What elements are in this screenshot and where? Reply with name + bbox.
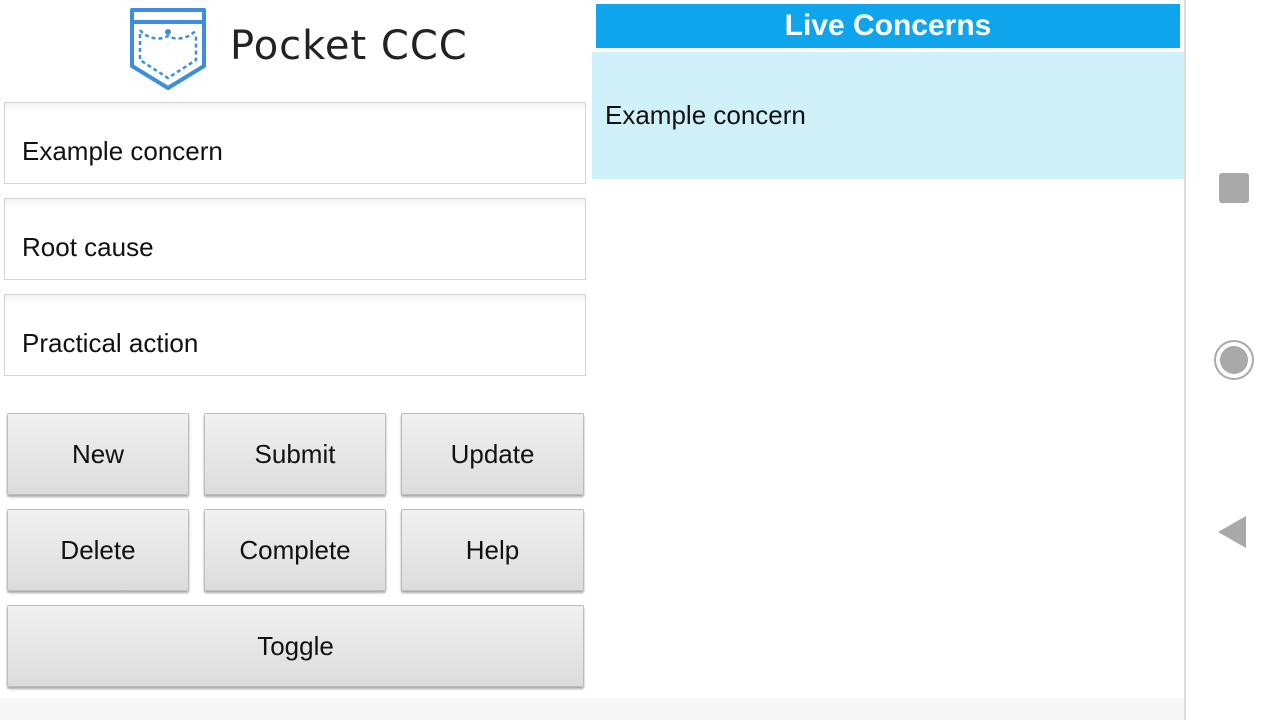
concern-form-panel: Pocket CCC New Submit Update Delete Comp… xyxy=(0,0,592,698)
back-button[interactable] xyxy=(1208,506,1260,558)
square-recents-icon xyxy=(1219,173,1249,203)
triangle-back-icon xyxy=(1218,516,1246,548)
list-item[interactable]: Example concern xyxy=(592,52,1184,179)
help-button[interactable]: Help xyxy=(401,509,584,591)
concern-input[interactable] xyxy=(4,102,586,184)
live-concerns-list: Example concern xyxy=(592,52,1184,179)
live-concerns-header: Live Concerns xyxy=(596,4,1180,48)
live-concerns-panel: Live Concerns Example concern xyxy=(592,0,1184,698)
app-screen: Pocket CCC New Submit Update Delete Comp… xyxy=(0,0,1280,720)
pocket-icon xyxy=(128,8,208,90)
home-button[interactable] xyxy=(1208,334,1260,386)
submit-button[interactable]: Submit xyxy=(204,413,386,495)
bottom-strip xyxy=(0,698,1184,720)
recents-button[interactable] xyxy=(1208,162,1260,214)
root-cause-input[interactable] xyxy=(4,198,586,280)
circle-home-icon xyxy=(1214,340,1254,380)
toggle-button[interactable]: Toggle xyxy=(7,605,584,687)
list-item-label: Example concern xyxy=(605,100,806,130)
delete-button[interactable]: Delete xyxy=(7,509,189,591)
complete-button[interactable]: Complete xyxy=(204,509,386,591)
new-button[interactable]: New xyxy=(7,413,189,495)
system-nav-bar xyxy=(1184,0,1280,720)
app-title: Pocket CCC xyxy=(230,23,468,69)
app-header: Pocket CCC xyxy=(0,0,592,96)
practical-action-input[interactable] xyxy=(4,294,586,376)
update-button[interactable]: Update xyxy=(401,413,584,495)
